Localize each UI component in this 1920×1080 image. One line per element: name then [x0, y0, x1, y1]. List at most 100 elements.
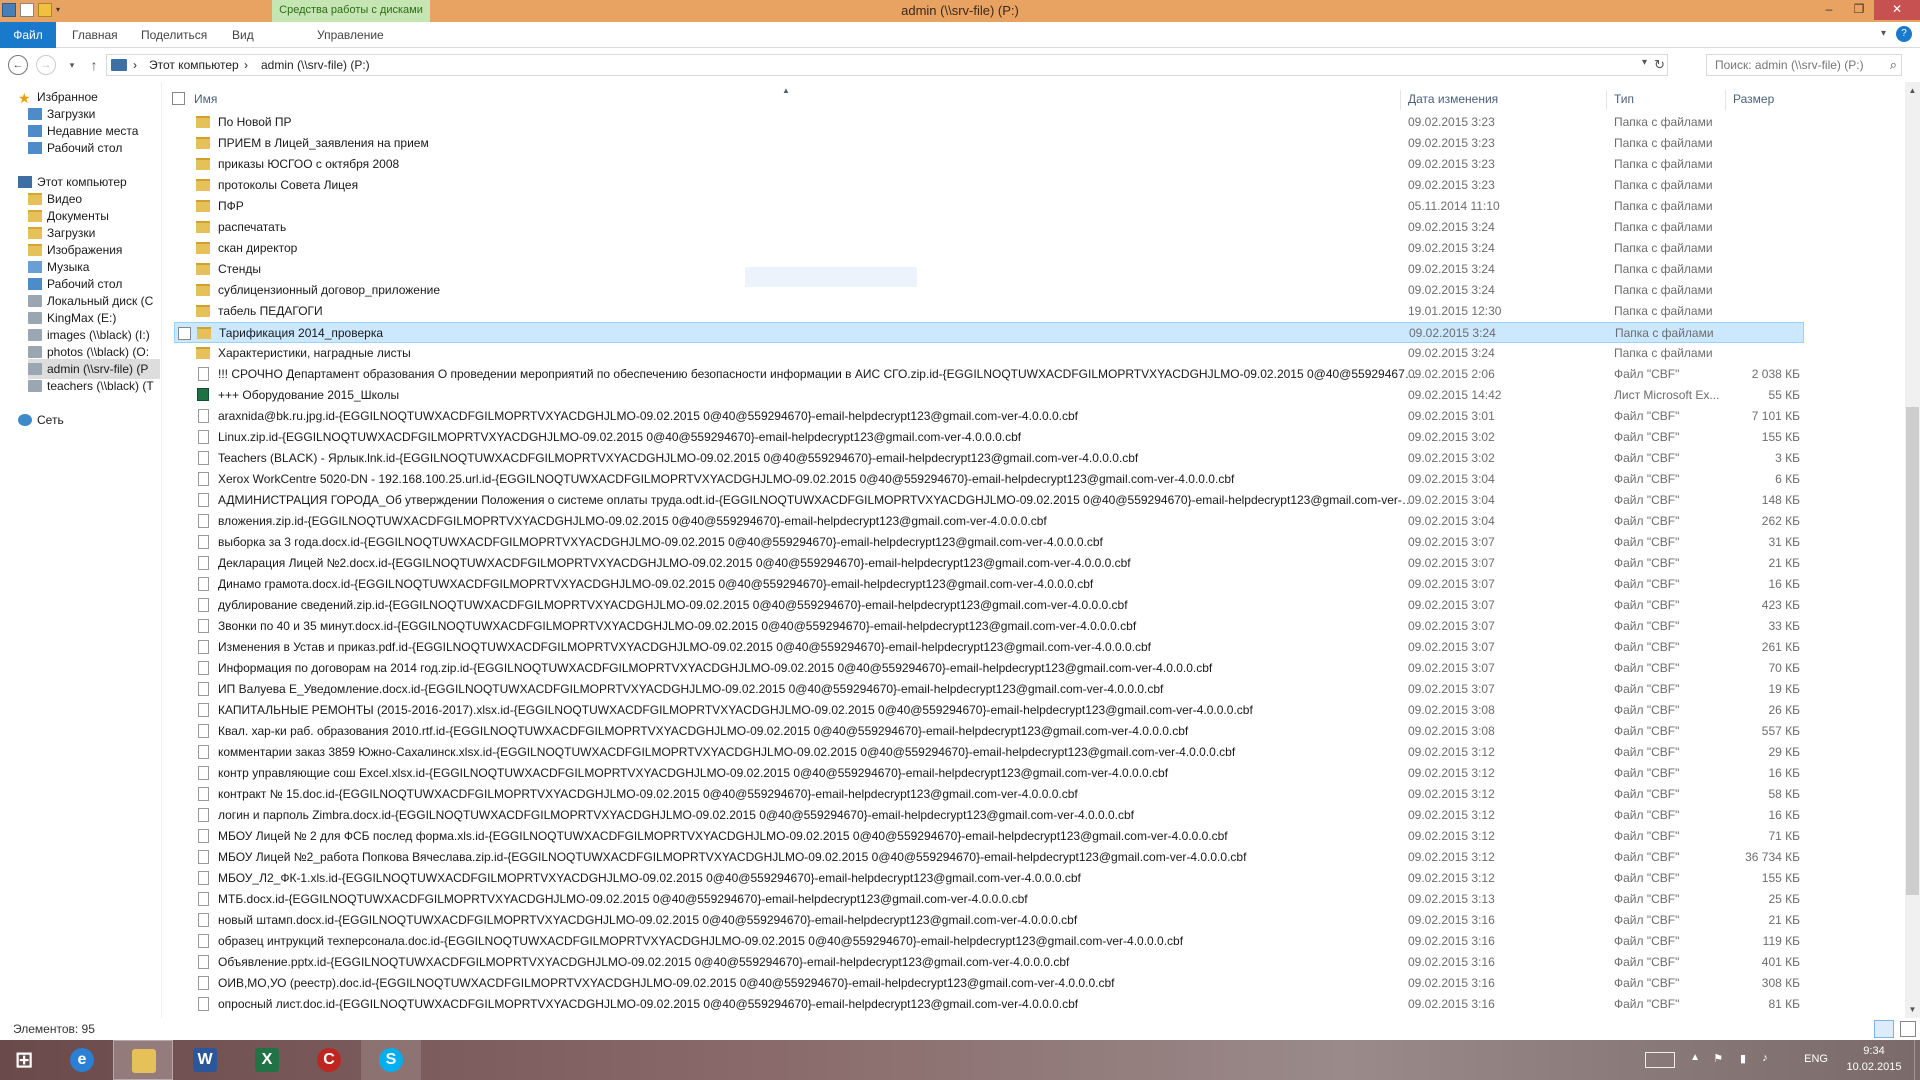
nav-network[interactable]: Сеть	[18, 410, 178, 430]
folder-row[interactable]: распечатать 09.02.2015 3:24 Папка с файлам…	[174, 217, 1804, 238]
file-row[interactable]: вложения.zip.id-{EGGILNOQTUWXACDFGILMOPR…	[174, 511, 1804, 532]
scroll-down-icon[interactable]: ▼	[1905, 1001, 1920, 1018]
details-view-icon[interactable]	[1874, 1020, 1894, 1038]
file-row[interactable]: Динамо грамота.docx.id-{EGGILNOQTUWXACDF…	[174, 574, 1804, 595]
tab-file[interactable]: Файл	[0, 22, 56, 48]
maximize-button[interactable]: ❐	[1844, 0, 1874, 20]
file-row[interactable]: опросный лист.doc.id-{EGGILNOQTUWXACDFGI…	[174, 994, 1804, 1015]
expand-ribbon-icon[interactable]: ▾	[1881, 28, 1886, 39]
file-row[interactable]: ОИВ,МО,УО (реестр).doc.id-{EGGILNOQTUWXA…	[174, 973, 1804, 994]
back-button[interactable]: ←	[8, 55, 28, 75]
address-bar[interactable]: › Этот компьютер › admin (\\srv-file) (P…	[106, 54, 1668, 76]
taskbar-word[interactable]: W	[175, 1040, 235, 1080]
column-divider[interactable]	[1725, 90, 1726, 110]
select-all-checkbox[interactable]	[172, 92, 185, 105]
column-divider[interactable]	[1400, 90, 1401, 110]
folder-row[interactable]: ПРИЕМ в Лицей_заявления на прием 09.02.20…	[174, 133, 1804, 154]
vertical-scrollbar[interactable]: ▲ ▼	[1905, 82, 1920, 1018]
search-box[interactable]: ⌕	[1706, 54, 1902, 76]
clock-time[interactable]: 9:34	[1844, 1045, 1904, 1057]
file-row[interactable]: комментарии заказ 3859 Южно-Сахалинск.xl…	[174, 742, 1804, 763]
file-row[interactable]: Xerox WorkCentre 5020-DN - 192.168.100.2…	[174, 469, 1804, 490]
file-row[interactable]: образец интрукций техперсонала.doc.id-{E…	[174, 931, 1804, 952]
file-row[interactable]: АДМИНИСТРАЦИЯ ГОРОДА_Об утверждении Поло…	[174, 490, 1804, 511]
minimize-button[interactable]: –	[1814, 0, 1844, 20]
address-dropdown-icon[interactable]: ▾	[1642, 57, 1647, 68]
taskbar-app[interactable]: C	[299, 1040, 359, 1080]
breadcrumb-current[interactable]: admin (\\srv-file) (P:)	[261, 58, 370, 72]
help-icon[interactable]: ?	[1896, 26, 1912, 42]
folder-row[interactable]: Стенды 09.02.2015 3:24 Папка с файлами	[174, 259, 1804, 280]
file-row[interactable]: Linux.zip.id-{EGGILNOQTUWXACDFGILMOPRTVX…	[174, 427, 1804, 448]
column-divider[interactable]	[1606, 90, 1607, 110]
taskbar-explorer[interactable]	[113, 1040, 173, 1080]
tab-view[interactable]: Вид	[232, 22, 254, 48]
start-button[interactable]: ⊞	[0, 1040, 48, 1080]
file-row[interactable]: дублирование сведений.zip.id-{EGGILNOQTU…	[174, 595, 1804, 616]
nav-drive-t[interactable]: teachers (\\black) (T	[28, 376, 160, 396]
file-row[interactable]: выборка за 3 года.docx.id-{EGGILNOQTUWXA…	[174, 532, 1804, 553]
show-desktop-button[interactable]	[1914, 1040, 1920, 1080]
tab-home[interactable]: Главная	[72, 22, 118, 48]
file-row[interactable]: Квал. хар-ки раб. образования 2010.rtf.i…	[174, 721, 1804, 742]
up-button[interactable]: ↑	[84, 55, 104, 75]
action-center-icon[interactable]: ⚑	[1711, 1052, 1725, 1066]
file-row[interactable]: Звонки по 40 и 35 минут.docx.id-{EGGILNO…	[174, 616, 1804, 637]
file-row[interactable]: Объявление.pptx.id-{EGGILNOQTUWXACDFGILM…	[174, 952, 1804, 973]
breadcrumb-separator-icon[interactable]: ›	[133, 58, 137, 72]
file-row[interactable]: МБОУ Лицей №2_работа Попкова Вячеслава.z…	[174, 847, 1804, 868]
file-row[interactable]: +++ Оборудование 2015_Школы 09.02.2015 14…	[174, 385, 1804, 406]
file-row[interactable]: МБОУ_Л2_ФК-1.xls.id-{EGGILNOQTUWXACDFGIL…	[174, 868, 1804, 889]
refresh-icon[interactable]: ↻	[1654, 57, 1665, 73]
folder-row[interactable]: Характеристики, наградные листы 09.02.201…	[174, 343, 1804, 364]
search-icon[interactable]: ⌕	[1890, 57, 1897, 73]
forward-button[interactable]: →	[36, 55, 56, 75]
taskbar-skype[interactable]: S	[361, 1040, 421, 1080]
file-row[interactable]: Изменения в Устав и приказ.pdf.id-{EGGIL…	[174, 637, 1804, 658]
file-row[interactable]: контракт № 15.doc.id-{EGGILNOQTUWXACDFGI…	[174, 784, 1804, 805]
tab-share[interactable]: Поделиться	[141, 22, 207, 48]
column-header-type[interactable]: Тип	[1614, 92, 1634, 106]
folder-row[interactable]: сублицензионный договор_приложение 09.02.…	[174, 280, 1804, 301]
file-row[interactable]: ИП Валуева Е_Уведомление.docx.id-{EGGILN…	[174, 679, 1804, 700]
folder-row[interactable]: ПФР 05.11.2014 11:10 Папка с файлами	[174, 196, 1804, 217]
file-row[interactable]: Декларация Лицей №2.docx.id-{EGGILNOQTUW…	[174, 553, 1804, 574]
scroll-up-icon[interactable]: ▲	[1905, 82, 1920, 99]
file-row[interactable]: КАПИТАЛЬНЫЕ РЕМОНТЫ (2015-2016-2017).xls…	[174, 700, 1804, 721]
breadcrumb-this-pc[interactable]: Этот компьютер	[149, 58, 239, 72]
folder-row[interactable]: По Новой ПР 09.02.2015 3:23 Папка с файлам…	[174, 112, 1804, 133]
column-header-size[interactable]: Размер	[1733, 92, 1774, 106]
folder-row[interactable]: протоколы Совета Лицея 09.02.2015 3:23 Пап…	[174, 175, 1804, 196]
volume-icon[interactable]: ♪	[1758, 1052, 1772, 1066]
folder-row[interactable]: скан директор 09.02.2015 3:24 Папка с файл…	[174, 238, 1804, 259]
file-row[interactable]: контр управляющие сош Excel.xlsx.id-{EGG…	[174, 763, 1804, 784]
recent-locations-icon[interactable]: ▾	[62, 55, 82, 75]
file-row[interactable]: МТБ.docx.id-{EGGILNOQTUWXACDFGILMOPRTVXY…	[174, 889, 1804, 910]
nav-fav-desktop[interactable]: Рабочий стол	[28, 138, 188, 158]
folder-row[interactable]: табель ПЕДАГОГИ 19.01.2015 12:30 Папка с ф…	[174, 301, 1804, 322]
clock-date[interactable]: 10.02.2015	[1844, 1061, 1904, 1073]
search-input[interactable]	[1707, 55, 1877, 75]
folder-row[interactable]: Тарификация 2014_проверка 09.02.2015 3:24…	[174, 322, 1804, 343]
row-checkbox[interactable]	[178, 327, 191, 340]
language-indicator[interactable]: ENG	[1804, 1053, 1828, 1065]
file-row[interactable]: araxnida@bk.ru.jpg.id-{EGGILNOQTUWXACDFG…	[174, 406, 1804, 427]
column-header-name[interactable]: Имя	[194, 92, 217, 106]
touch-keyboard-icon[interactable]	[1645, 1052, 1675, 1068]
file-row[interactable]: новый штамп.docx.id-{EGGILNOQTUWXACDFGIL…	[174, 910, 1804, 931]
file-row[interactable]: !!! СРОЧНО Департамент образования О про…	[174, 364, 1804, 385]
folder-row[interactable]: приказы ЮСГОО с октября 2008 09.02.2015 3…	[174, 154, 1804, 175]
large-icons-view-icon[interactable]	[1900, 1021, 1916, 1037]
breadcrumb-separator-icon[interactable]: ›	[244, 58, 248, 72]
taskbar-ie[interactable]: e	[52, 1040, 112, 1080]
taskbar-excel[interactable]: X	[237, 1040, 297, 1080]
file-row[interactable]: МБОУ Лицей № 2 для ФСБ послед форма.xls.…	[174, 826, 1804, 847]
file-row[interactable]: Teachers (BLACK) - Ярлык.lnk.id-{EGGILNO…	[174, 448, 1804, 469]
tab-manage[interactable]: Управление	[317, 22, 384, 48]
network-icon[interactable]: ▮	[1736, 1052, 1750, 1066]
file-row[interactable]: Информация по договорам на 2014 год.zip.…	[174, 658, 1804, 679]
column-header-date[interactable]: Дата изменения	[1408, 92, 1498, 106]
close-button[interactable]: ✕	[1874, 0, 1920, 20]
show-hidden-icons-icon[interactable]: ▲	[1690, 1052, 1700, 1063]
file-row[interactable]: логин и парполь Zimbra.docx.id-{EGGILNOQ…	[174, 805, 1804, 826]
